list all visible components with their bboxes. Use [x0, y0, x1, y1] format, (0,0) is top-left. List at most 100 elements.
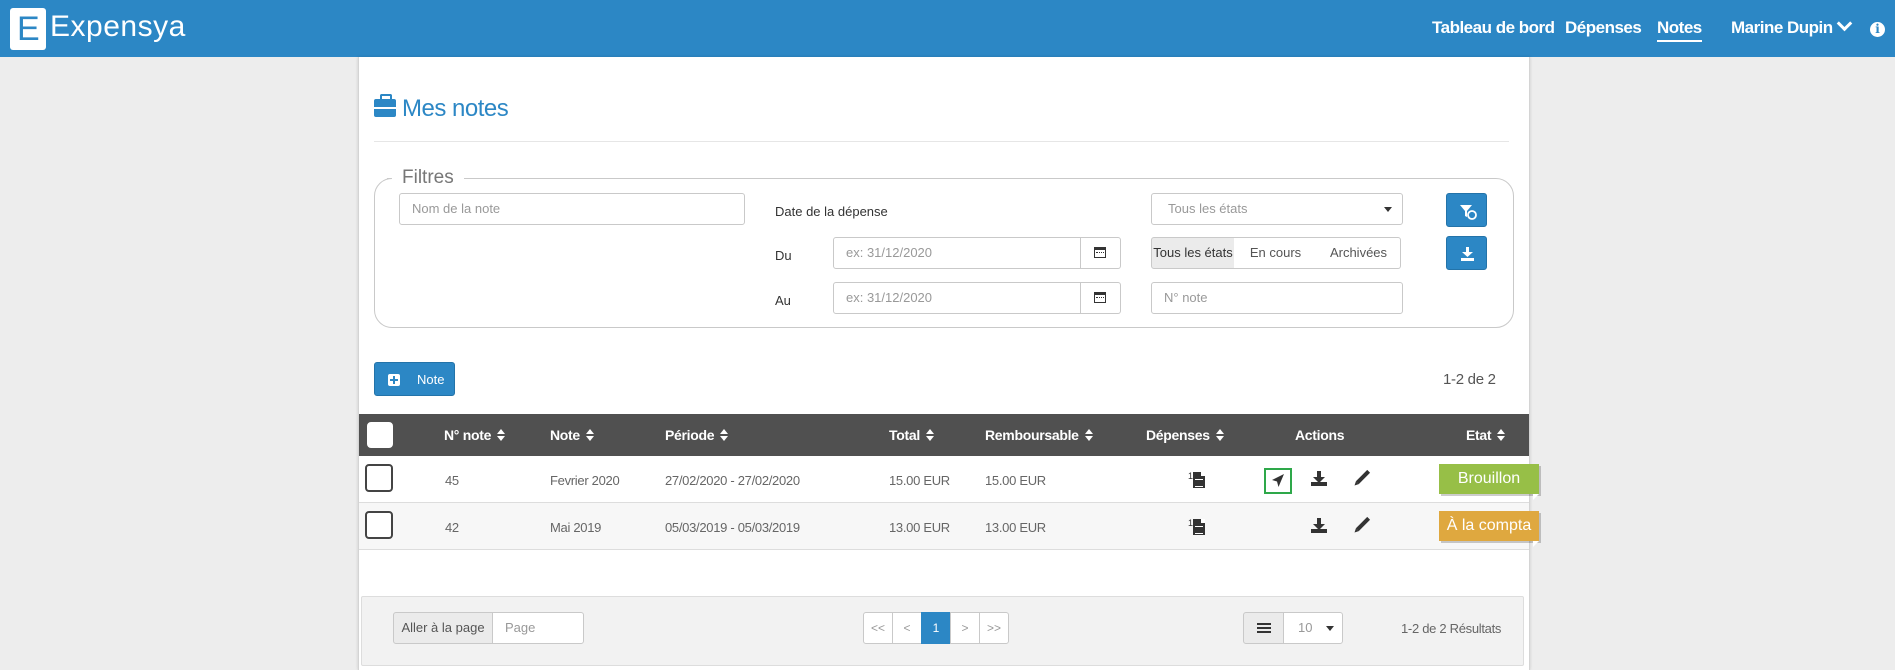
document-icon[interactable]	[1193, 472, 1205, 488]
filter-reset-icon	[1460, 205, 1477, 220]
document-icon[interactable]	[1193, 519, 1205, 535]
plus-square-icon	[388, 374, 400, 386]
document-lines	[1195, 526, 1203, 534]
page-size-select[interactable]: 10	[1283, 612, 1343, 644]
document-lines	[1195, 479, 1203, 487]
date-to-calendar-button[interactable]	[1081, 282, 1121, 314]
col-header-state-label: Etat	[1466, 427, 1492, 443]
nav-link-depenses[interactable]: Dépenses	[1565, 18, 1642, 38]
table-header: N° note Note Période Total Remboursable …	[359, 414, 1529, 456]
state-select[interactable]: Tous les états	[1151, 193, 1403, 225]
status-badge: À la compta	[1439, 511, 1539, 547]
sort-icon	[720, 429, 729, 441]
row-checkbox[interactable]	[365, 464, 393, 492]
note-name-input[interactable]: Nom de la note	[399, 193, 745, 225]
nav-link-notes[interactable]: Notes	[1657, 18, 1702, 42]
row-num: 42	[445, 520, 459, 535]
select-all-checkbox[interactable]	[367, 422, 393, 448]
caret-down-icon	[1384, 207, 1392, 212]
row-total: 15.00 EUR	[889, 473, 950, 488]
note-number-input[interactable]: N° note	[1151, 282, 1403, 314]
calendar-icon	[1094, 247, 1106, 258]
logo-letter: E	[17, 10, 40, 48]
paper-plane-icon	[1272, 474, 1284, 487]
filter-reset-button[interactable]	[1446, 193, 1487, 227]
col-header-num[interactable]: N° note	[444, 427, 506, 443]
expensya-logo-icon[interactable]: E	[10, 8, 46, 50]
date-label: Date de la dépense	[775, 204, 888, 219]
briefcase-icon	[374, 94, 396, 117]
row-refund: 15.00 EUR	[985, 473, 1046, 488]
sort-icon	[1084, 429, 1093, 441]
page-first[interactable]: <<	[863, 612, 893, 644]
col-header-actions: Actions	[1295, 427, 1345, 443]
top-navbar: E Expensya Tableau de bord Dépenses Note…	[0, 0, 1895, 57]
col-header-refund[interactable]: Remboursable	[985, 427, 1093, 443]
caret-down-icon	[1326, 626, 1334, 631]
sort-icon	[585, 429, 594, 441]
user-name: Marine Dupin	[1731, 18, 1833, 37]
segment-archived[interactable]: Archivées	[1317, 237, 1401, 269]
status-badge: Brouillon	[1439, 464, 1539, 500]
user-menu[interactable]: Marine Dupin	[1731, 15, 1852, 38]
row-period: 27/02/2020 - 27/02/2020	[665, 473, 800, 488]
pencil-icon[interactable]	[1355, 469, 1371, 485]
row-note: Fevrier 2020	[550, 473, 620, 488]
table-row[interactable]: 45 Fevrier 2020 27/02/2020 - 27/02/2020 …	[359, 456, 1539, 503]
add-note-button[interactable]: Note	[374, 362, 455, 396]
export-button[interactable]	[1446, 236, 1487, 270]
download-icon[interactable]	[1311, 518, 1327, 534]
sort-icon	[1497, 429, 1506, 441]
row-period: 05/03/2019 - 05/03/2019	[665, 520, 800, 535]
col-header-note[interactable]: Note	[550, 427, 594, 443]
col-header-expenses-label: Dépenses	[1146, 427, 1210, 443]
sort-icon	[1215, 429, 1224, 441]
date-from-input[interactable]: ex: 31/12/2020	[833, 237, 1081, 269]
date-from-calendar-button[interactable]	[1081, 237, 1121, 269]
info-icon[interactable]: i	[1870, 22, 1885, 37]
page-1[interactable]: 1	[921, 612, 951, 644]
app-name[interactable]: Expensya	[50, 10, 186, 44]
page-next[interactable]: >	[950, 612, 980, 644]
row-note: Mai 2019	[550, 520, 602, 535]
download-tray	[1311, 482, 1327, 486]
divider	[374, 141, 1509, 142]
segment-all-states[interactable]: Tous les états	[1151, 237, 1235, 269]
row-total: 13.00 EUR	[889, 520, 950, 535]
nav-link-tableau-de-bord[interactable]: Tableau de bord	[1432, 18, 1555, 38]
row-num: 45	[445, 473, 459, 488]
col-header-total[interactable]: Total	[889, 427, 934, 443]
segment-in-progress[interactable]: En cours	[1234, 237, 1318, 269]
pagination-bar: Aller à la page Page << < 1 > >> 10 1-2 …	[361, 596, 1524, 666]
col-header-refund-label: Remboursable	[985, 427, 1079, 443]
date-to-input[interactable]: ex: 31/12/2020	[833, 282, 1081, 314]
chevron-down-icon	[1836, 15, 1852, 32]
send-button[interactable]	[1264, 468, 1292, 494]
col-header-total-label: Total	[889, 427, 920, 443]
state-select-value: Tous les états	[1168, 201, 1248, 216]
page-size-toggle[interactable]	[1243, 612, 1284, 644]
goto-page-input[interactable]: Page	[492, 612, 584, 644]
col-header-state[interactable]: Etat	[1466, 427, 1506, 443]
page-prev[interactable]: <	[892, 612, 922, 644]
page-title: Mes notes	[402, 95, 509, 122]
download-tray	[1311, 529, 1327, 533]
au-label: Au	[775, 293, 791, 308]
pencil-icon[interactable]	[1355, 516, 1371, 532]
result-count: 1-2 de 2	[1443, 371, 1496, 388]
download-icon	[1461, 247, 1474, 261]
results-summary: 1-2 de 2 Résultats	[1401, 621, 1502, 636]
page-size-value: 10	[1298, 620, 1313, 635]
row-checkbox[interactable]	[365, 511, 393, 539]
col-header-period-label: Période	[665, 427, 715, 443]
col-header-period[interactable]: Période	[665, 427, 729, 443]
main-panel: Mes notes Filtres Nom de la note Date de…	[358, 57, 1539, 670]
row-refund: 13.00 EUR	[985, 520, 1046, 535]
download-icon[interactable]	[1311, 471, 1327, 487]
page-last[interactable]: >>	[979, 612, 1009, 644]
list-icon	[1257, 623, 1271, 633]
legend-line	[387, 178, 391, 179]
goto-page-label: Aller à la page	[393, 612, 493, 644]
col-header-expenses[interactable]: Dépenses	[1146, 427, 1224, 443]
table-row[interactable]: 42 Mai 2019 05/03/2019 - 05/03/2019 13.0…	[359, 503, 1539, 550]
